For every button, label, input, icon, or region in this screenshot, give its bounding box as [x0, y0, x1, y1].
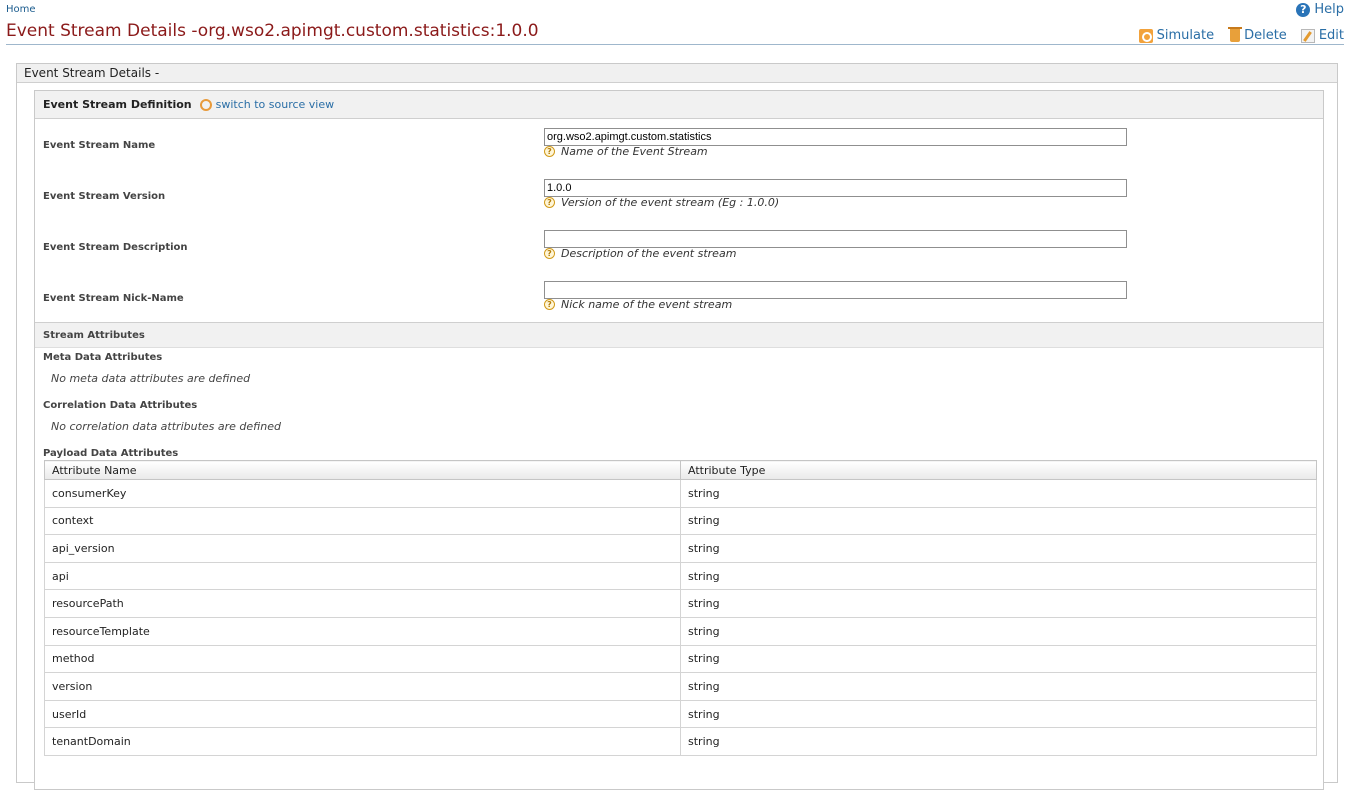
stream-nickname-input[interactable]: [544, 281, 1127, 299]
payload-attributes-table: Attribute Name Attribute Type consumerKe…: [44, 460, 1317, 756]
attribute-type: string: [680, 506, 1317, 536]
correlation-data-label: Correlation Data Attributes: [43, 400, 198, 411]
column-header: Attribute Name: [44, 460, 681, 480]
field-hint: ? Nick name of the event stream: [544, 298, 732, 311]
attribute-name: method: [44, 644, 681, 674]
stream-name-input[interactable]: [544, 128, 1127, 146]
attribute-type: string: [680, 644, 1317, 674]
hint-text: Name of the Event Stream: [561, 145, 708, 158]
simulate-label: Simulate: [1156, 28, 1215, 43]
attribute-name: userId: [44, 699, 681, 729]
attribute-name: consumerKey: [44, 479, 681, 508]
panel-header: Event Stream Details -: [17, 64, 1337, 83]
delete-button[interactable]: Delete: [1228, 27, 1287, 43]
delete-label: Delete: [1244, 28, 1287, 43]
help-icon: ?: [1296, 2, 1311, 17]
meta-data-empty: No meta data attributes are defined: [51, 372, 251, 385]
table-row: tenantDomain string: [44, 727, 1317, 756]
edit-label: Edit: [1318, 28, 1344, 43]
breadcrumb-home[interactable]: Home: [6, 4, 36, 15]
attribute-type: string: [680, 616, 1317, 646]
table-row: version string: [44, 672, 1317, 701]
switch-link-label: switch to source view: [215, 98, 335, 111]
field-hint: ? Version of the event stream (Eg : 1.0.…: [544, 196, 779, 209]
attribute-name: version: [44, 672, 681, 701]
attribute-type: string: [680, 672, 1317, 701]
payload-data-label: Payload Data Attributes: [43, 448, 179, 459]
correlation-data-empty: No correlation data attributes are defin…: [51, 420, 281, 433]
switch-to-source-view-link[interactable]: switch to source view: [199, 98, 335, 111]
table-row: consumerKey string: [44, 479, 1317, 508]
table-row: userId string: [44, 699, 1317, 729]
hint-text: Description of the event stream: [561, 247, 737, 260]
table-header-row: Attribute Name Attribute Type: [44, 460, 1317, 480]
title-divider: [6, 44, 1344, 45]
event-stream-details-panel: Event Stream Details - Event Stream Defi…: [16, 63, 1338, 790]
attribute-type: string: [680, 727, 1317, 756]
edit-icon: [1300, 28, 1315, 43]
help-hint-icon: ?: [544, 146, 555, 157]
delete-icon: [1228, 27, 1243, 42]
field-label: Event Stream Version: [43, 191, 166, 202]
event-stream-definition-panel: Event Stream Definition switch to source…: [34, 90, 1324, 790]
attribute-type: string: [680, 589, 1317, 618]
field-label: Event Stream Name: [43, 140, 156, 151]
table-row: context string: [44, 506, 1317, 536]
field-hint: ? Name of the Event Stream: [544, 145, 708, 158]
field-row-name: Event Stream Name ? Name of the Event St…: [35, 120, 1323, 171]
simulate-icon: [1138, 28, 1153, 43]
help-hint-icon: ?: [544, 299, 555, 310]
attribute-type: string: [680, 479, 1317, 508]
table-row: api string: [44, 561, 1317, 591]
action-bar: Simulate Delete Edit: [1138, 27, 1344, 43]
field-row-version: Event Stream Version ? Version of the ev…: [35, 171, 1323, 222]
simulate-button[interactable]: Simulate: [1138, 28, 1215, 43]
table-row: resourcePath string: [44, 589, 1317, 618]
attribute-name: context: [44, 506, 681, 536]
help-hint-icon: ?: [544, 248, 555, 259]
edit-button[interactable]: Edit: [1300, 28, 1344, 43]
attribute-type: string: [680, 699, 1317, 729]
table-row: resourceTemplate string: [44, 616, 1317, 646]
help-hint-icon: ?: [544, 197, 555, 208]
attribute-name: api_version: [44, 534, 681, 563]
table-row: api_version string: [44, 534, 1317, 563]
help-link[interactable]: ? Help: [1296, 2, 1344, 17]
attribute-name: api: [44, 561, 681, 591]
attribute-name: tenantDomain: [44, 727, 681, 756]
field-row-nickname: Event Stream Nick-Name ? Nick name of th…: [35, 273, 1323, 324]
definition-title: Event Stream Definition: [43, 98, 192, 111]
field-hint: ? Description of the event stream: [544, 247, 736, 260]
attribute-name: resourcePath: [44, 589, 681, 618]
stream-version-input[interactable]: [544, 179, 1127, 197]
hint-text: Nick name of the event stream: [561, 298, 733, 311]
attribute-type: string: [680, 534, 1317, 563]
field-label: Event Stream Nick-Name: [43, 293, 184, 304]
stream-attributes-header: Stream Attributes: [35, 322, 1323, 348]
meta-data-label: Meta Data Attributes: [43, 352, 163, 363]
stream-description-input[interactable]: [544, 230, 1127, 248]
table-row: method string: [44, 644, 1317, 674]
attribute-name: resourceTemplate: [44, 616, 681, 646]
attribute-type: string: [680, 561, 1317, 591]
definition-header: Event Stream Definition switch to source…: [35, 91, 1323, 119]
hint-text: Version of the event stream (Eg : 1.0.0): [561, 196, 780, 209]
source-view-icon: [199, 98, 212, 111]
help-label: Help: [1314, 2, 1344, 17]
page-title: Event Stream Details -org.wso2.apimgt.cu…: [6, 21, 539, 41]
column-header: Attribute Type: [680, 460, 1317, 480]
field-row-description: Event Stream Description ? Description o…: [35, 222, 1323, 273]
field-label: Event Stream Description: [43, 242, 188, 253]
